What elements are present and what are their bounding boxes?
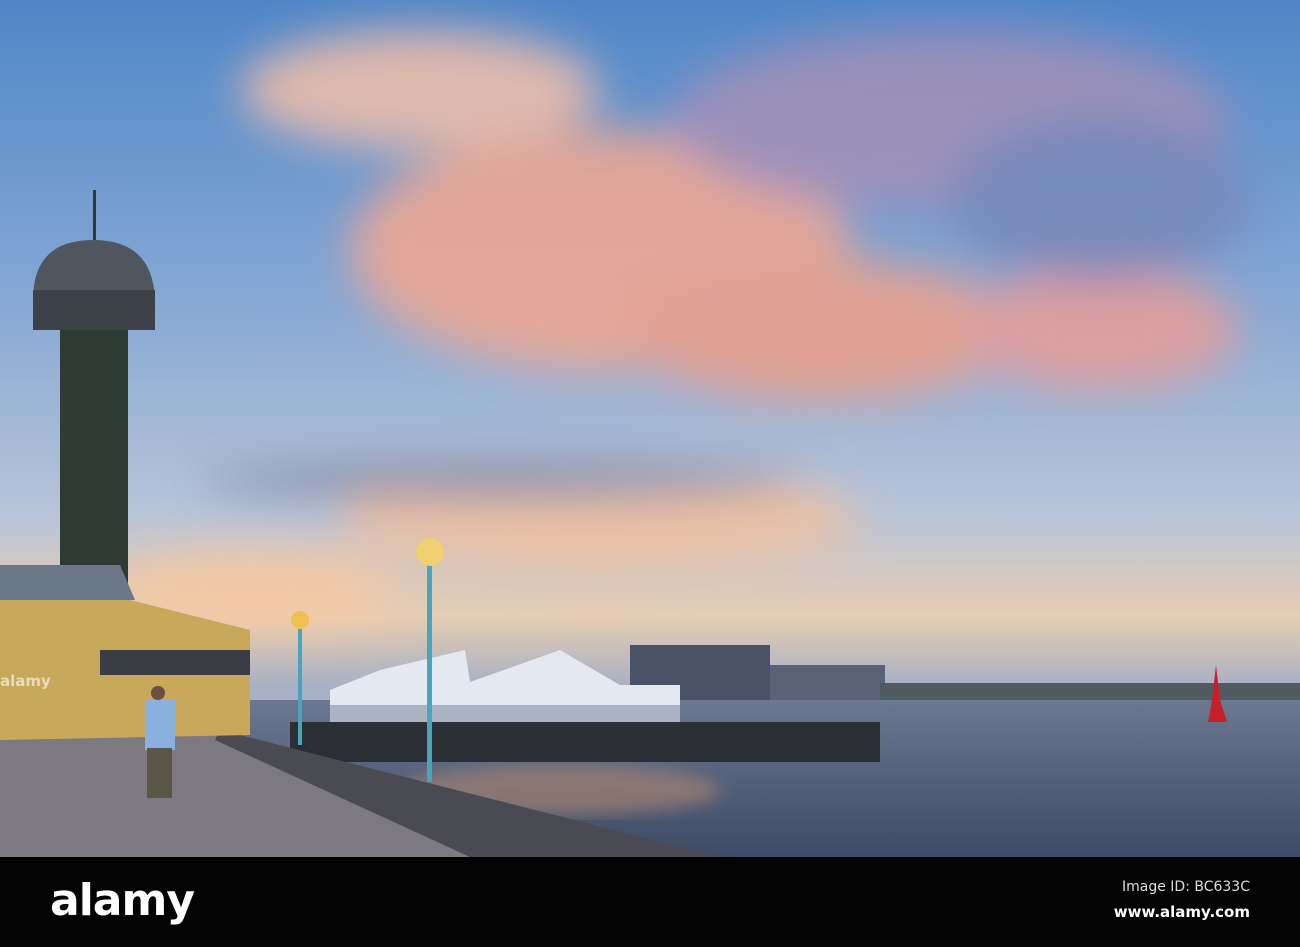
- website-link[interactable]: www.alamy.com: [1114, 903, 1250, 921]
- watermark-logo: alamy: [0, 672, 51, 690]
- image-id: Image ID: BC633C: [1121, 879, 1250, 895]
- person-walking: [145, 686, 175, 798]
- footer-bar: alamy Image ID: BC633C www.alamy.com: [0, 857, 1300, 947]
- sunset-waterfront-photo: [0, 0, 1300, 857]
- alamy-logo: alamy: [50, 875, 195, 926]
- stock-photo-page: alamy alamy Image ID: BC633C www.alamy.c…: [0, 0, 1300, 947]
- pier: [290, 722, 880, 762]
